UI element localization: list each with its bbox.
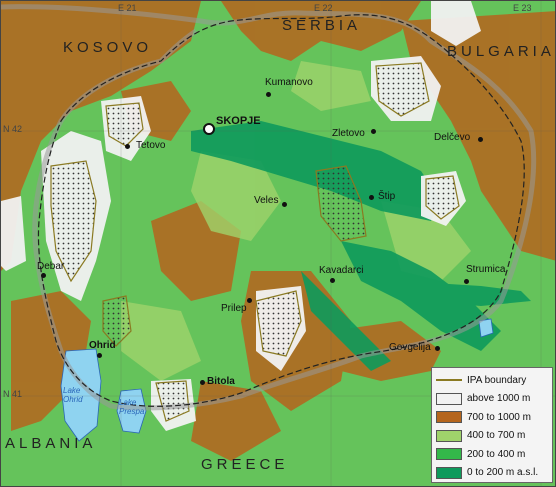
city-marker-bitola [200,380,205,385]
legend-row-0-200: 0 to 200 m a.s.l. [436,464,548,483]
legend-label-above-1000: above 1000 m [467,393,531,405]
city-label-zletovo: Zletovo [332,128,365,139]
city-label-stip: Štip [378,191,396,202]
city-label-tetovo: Tetovo [136,140,166,151]
city-label-strumica: Strumica [466,264,506,275]
legend-swatch-700-1000 [436,411,462,424]
country-label-serbia: SERBIA [282,17,362,34]
city-label-kavadarci: Kavadarci [319,265,364,276]
city-marker-ohrid [97,353,102,358]
grid-label-n41: N 41 [3,389,23,399]
map-legend: IPA boundary above 1000 m 700 to 1000 m … [431,367,553,483]
city-label-ohrid: Ohrid [89,340,116,351]
city-marker-prilep [247,298,252,303]
legend-row-200-400: 200 to 400 m [436,445,548,464]
city-marker-kavadarci [330,278,335,283]
city-marker-kumanovo [266,92,271,97]
legend-label-700-1000: 700 to 1000 m [467,411,531,423]
city-marker-stip [369,195,374,200]
legend-label-ipa-boundary: IPA boundary [467,374,527,386]
legend-label-400-700: 400 to 700 m [467,430,526,442]
city-label-skopje: SKOPJE [216,115,261,127]
legend-swatch-0-200 [436,466,462,479]
city-label-delcevo: Delčevo [434,132,471,143]
city-marker-veles [282,202,287,207]
city-label-debar: Debar [37,261,65,272]
grid-label-n42: N 42 [3,124,23,134]
legend-row-400-700: 400 to 700 m [436,427,548,446]
grid-label-e22: E 22 [314,3,333,13]
lake-ohrid-label-line1: Lake [63,386,81,395]
city-label-veles: Veles [254,195,279,206]
country-label-bulgaria: BULGARIA [447,43,555,60]
city-marker-tetovo [125,144,130,149]
city-label-gevgelija: Gevgelija [389,342,431,353]
country-label-greece: GREECE [201,456,289,473]
city-marker-strumica [464,279,469,284]
legend-swatch-400-700 [436,429,462,442]
city-marker-zletovo [371,129,376,134]
grid-label-e23: E 23 [513,3,532,13]
legend-swatch-above-1000 [436,392,462,405]
city-label-prilep: Prilep [221,303,247,314]
city-label-bitola: Bitola [207,376,235,387]
country-label-kosovo: KOSOVO [63,39,153,56]
lake-ohrid-label-line2: Ohrid [63,395,83,404]
city-marker-debar [41,273,46,278]
grid-label-e21: E 21 [118,3,137,13]
capital-marker [203,123,215,135]
country-label-albania: ALBANIA [5,435,97,452]
city-marker-gevgelija [435,346,440,351]
city-marker-delcevo [478,137,483,142]
legend-row-above-1000: above 1000 m [436,390,548,409]
legend-label-0-200: 0 to 200 m a.s.l. [467,467,539,479]
lake-prespa-label-line2: Prespa [119,407,145,416]
legend-row-ipa-boundary: IPA boundary [436,371,548,390]
legend-swatch-200-400 [436,448,462,461]
legend-row-700-1000: 700 to 1000 m [436,408,548,427]
topographic-map: E 21 E 22 E 23 N 42 N 41 KOSOVO SERBIA B… [0,0,556,487]
lake-prespa-label-line1: Lake [119,398,137,407]
city-label-kumanovo: Kumanovo [265,77,313,88]
legend-swatch-ipa-boundary [436,374,462,386]
legend-label-200-400: 200 to 400 m [467,448,526,460]
